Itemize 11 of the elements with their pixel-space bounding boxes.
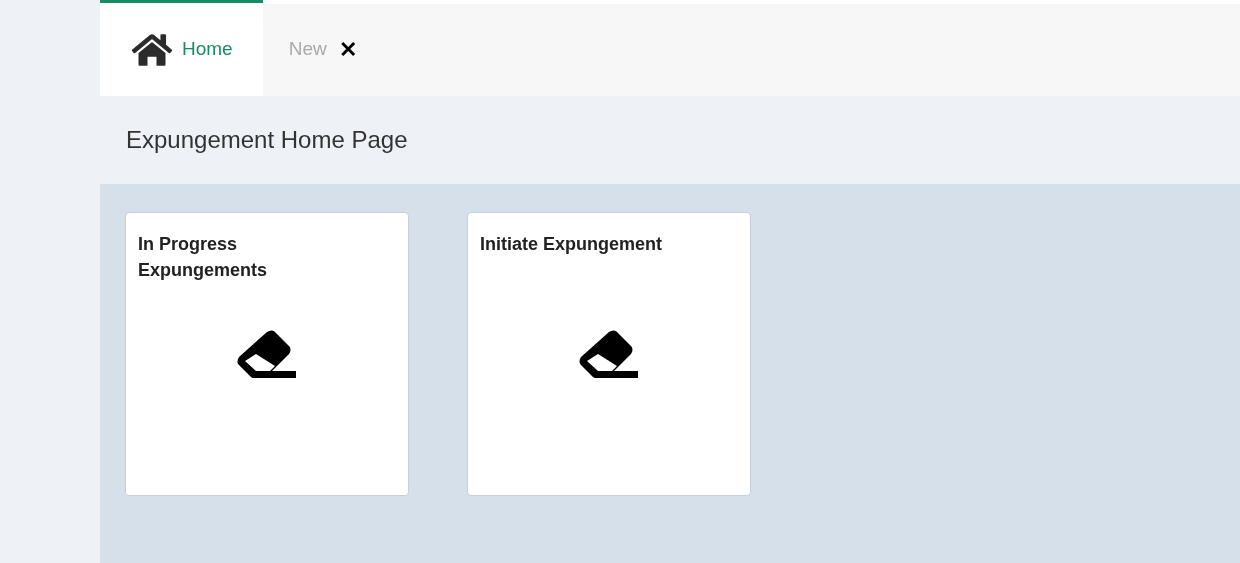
tab[interactable]: Home (100, 0, 263, 96)
tile-card[interactable]: Initiate Expungement (467, 212, 751, 496)
close-icon[interactable]: ✕ (338, 33, 357, 66)
page-title: Expungement Home Page (126, 125, 408, 155)
eraser-icon (579, 330, 639, 380)
eraser-icon (237, 330, 297, 380)
tile-card[interactable]: In Progress Expungements (125, 212, 409, 496)
tile-title: In Progress Expungements (138, 233, 269, 282)
tab[interactable]: New ✕ (262, 0, 383, 96)
tile-title: Initiate Expungement (480, 233, 664, 256)
home-icon (130, 31, 174, 68)
